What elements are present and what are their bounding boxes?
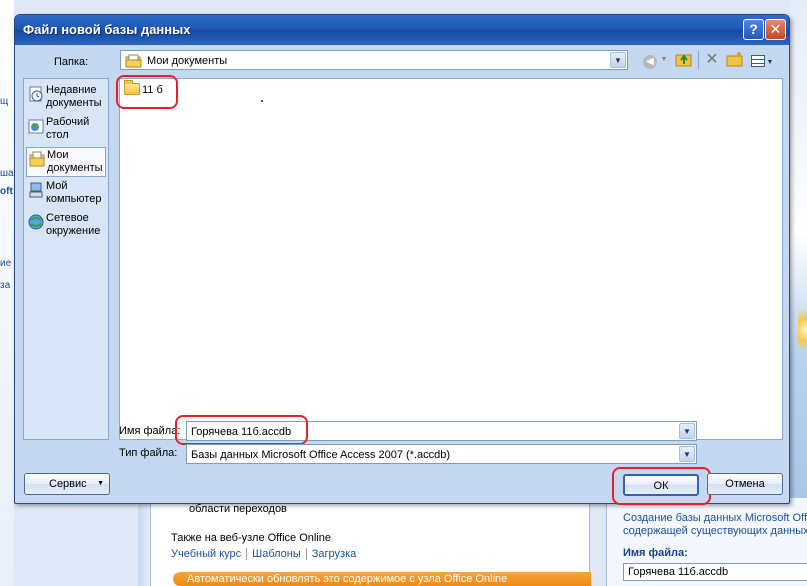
background-fragment: щ xyxy=(0,96,9,107)
highlight-annotation xyxy=(116,75,178,109)
my-documents-icon xyxy=(125,54,143,71)
stray-pixel xyxy=(261,100,263,102)
background-fragment: oft xyxy=(0,186,13,197)
desktop-icon xyxy=(28,118,44,134)
dialog-toolbar: ◀ ▼ ✕ ▼ xyxy=(641,51,787,71)
views-icon xyxy=(750,54,765,67)
new-folder-button[interactable] xyxy=(725,51,745,69)
file-list[interactable]: 11 б xyxy=(116,75,783,440)
background-text: области переходов xyxy=(189,503,287,515)
chevron-down-icon[interactable]: ▼ xyxy=(610,52,626,68)
place-recent-documents[interactable]: Недавние документы xyxy=(26,83,106,113)
back-arrow-icon: ◀ xyxy=(643,55,657,69)
background-new-db-pane: Создание базы данных Microsoft Office со… xyxy=(606,498,807,586)
my-documents-icon xyxy=(29,151,45,167)
background-left-edge: щ ша oft ие за xyxy=(0,0,14,586)
lookin-value: Мои документы xyxy=(147,55,228,67)
place-label: Рабочий стол xyxy=(46,116,90,141)
background-getting-started-panel: области переходов Также на веб-узле Offi… xyxy=(150,498,591,586)
cancel-button[interactable]: Отмена xyxy=(707,473,783,495)
background-fragment: ие xyxy=(0,258,12,269)
highlight-annotation xyxy=(175,415,308,445)
my-computer-icon xyxy=(28,182,44,198)
background-panel-edge xyxy=(138,498,150,586)
place-label: Недавние документы xyxy=(46,84,102,109)
new-database-file-dialog: Файл новой базы данных ? ✕ Папка: Мои до… xyxy=(14,14,790,505)
place-desktop[interactable]: Рабочий стол xyxy=(26,115,106,145)
right-filename-input[interactable]: Горячева 11б.accdb xyxy=(623,563,807,581)
lookin-label: Папка: xyxy=(54,56,89,68)
up-folder-icon xyxy=(675,54,692,67)
filetype-combobox[interactable]: Базы данных Microsoft Office Access 2007… xyxy=(186,444,697,464)
highlight-annotation xyxy=(612,467,711,505)
office-online-links: Учебный курс Шаблоны Загрузка xyxy=(171,548,356,561)
description-line: Создание базы данных Microsoft Office xyxy=(623,512,807,524)
right-filename-label: Имя файла: xyxy=(623,547,688,559)
title-bar: Файл новой базы данных ? ✕ xyxy=(15,15,789,45)
back-dropdown-icon[interactable]: ▼ xyxy=(659,51,669,69)
background-fragment: за xyxy=(0,280,11,291)
back-button[interactable]: ◀ xyxy=(641,51,659,69)
chevron-down-icon[interactable]: ▼ xyxy=(679,446,695,462)
filename-label: Имя файла: xyxy=(119,425,181,437)
filetype-label: Тип файла: xyxy=(119,447,178,459)
help-button[interactable]: ? xyxy=(743,19,764,40)
chevron-down-icon: ▼ xyxy=(766,59,774,66)
background-fragment: ша xyxy=(0,168,14,179)
link-downloads[interactable]: Загрузка xyxy=(312,548,356,560)
chevron-down-icon: ▼ xyxy=(97,480,104,487)
delete-button[interactable]: ✕ xyxy=(703,51,721,69)
place-my-documents[interactable]: Мои документы xyxy=(26,147,106,177)
dialog-title: Файл новой базы данных xyxy=(23,22,191,37)
lookin-combobox[interactable]: Мои документы ▼ xyxy=(120,50,628,70)
dialog-body: Папка: Мои документы ▼ ◀ ▼ ✕ ▼ Недавние … xyxy=(15,45,789,505)
chevron-down-icon[interactable]: ▼ xyxy=(679,423,695,439)
office-online-heading: Также на веб-узле Office Online xyxy=(171,532,332,544)
place-network[interactable]: Сетевое окружение xyxy=(26,211,106,241)
place-my-computer[interactable]: Мой компьютер xyxy=(26,179,106,209)
service-label: Сервис xyxy=(49,478,87,490)
description-line: содержащей существующих данных xyxy=(623,525,807,537)
place-label: Сетевое окружение xyxy=(46,212,101,237)
place-label: Мои документы xyxy=(47,149,103,174)
link-templates[interactable]: Шаблоны xyxy=(252,548,301,560)
link-training[interactable]: Учебный курс xyxy=(171,548,241,560)
recent-documents-icon xyxy=(28,86,44,102)
new-db-description: Создание базы данных Microsoft Office со… xyxy=(623,512,807,538)
close-button[interactable]: ✕ xyxy=(765,19,786,40)
toolbar-separator xyxy=(698,51,699,69)
up-one-level-button[interactable] xyxy=(674,51,694,69)
update-content-banner[interactable]: Автоматически обновлять это содержимое с… xyxy=(173,572,591,586)
places-bar: Недавние документы Рабочий стол Мои доку… xyxy=(23,78,109,440)
filetype-value: Базы данных Microsoft Office Access 2007… xyxy=(191,449,451,461)
background-decoration xyxy=(798,300,807,360)
service-button[interactable]: Сервис ▼ xyxy=(24,473,110,495)
place-label: Мой компьютер xyxy=(46,180,102,205)
new-folder-icon xyxy=(726,52,743,67)
views-button[interactable]: ▼ xyxy=(749,51,775,69)
network-icon xyxy=(28,214,44,230)
